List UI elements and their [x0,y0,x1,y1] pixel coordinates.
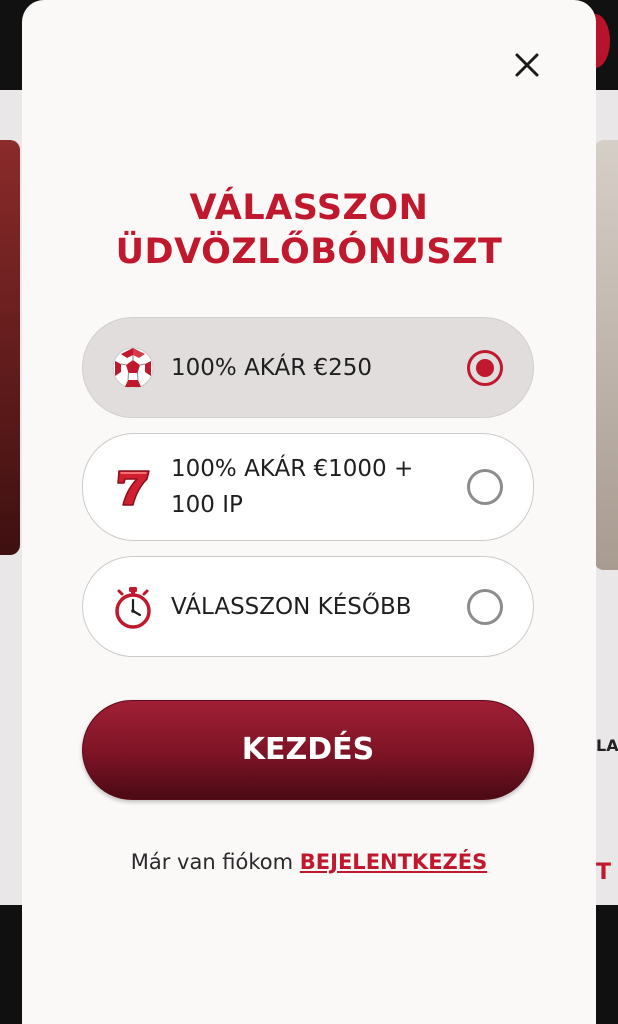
bonus-option-later[interactable]: VÁLASSZON KÉSŐBB [82,556,534,657]
start-button[interactable]: KEZDÉS [82,700,534,800]
background-card-label: LA [596,736,618,755]
close-icon [515,53,539,77]
bonus-option-label: 100% AKÁR €250 [171,354,373,381]
bonus-option-label: VÁLASSZON KÉSŐBB [171,593,412,620]
bonus-option-label: 100% AKÁR €1000 + 100 IP [171,456,414,518]
radio-selected[interactable] [467,349,503,386]
login-prompt-text: Már van fiókom [130,850,294,874]
modal-title: VÁLASSZON ÜDVÖZLŐBÓNUSZT [22,186,596,274]
login-link[interactable]: BEJELENTKEZÉS [300,850,487,874]
background-red-label: T [596,860,612,885]
background-left-card [0,140,20,555]
login-prompt-row: Már van fiókom BEJELENTKEZÉS [22,850,596,874]
modal-title-line2: ÜDVÖZLŐBÓNUSZT [115,232,503,272]
radio-unselected[interactable] [467,588,503,625]
welcome-bonus-modal: VÁLASSZON ÜDVÖZLŐBÓNUSZT 100% AKÁR €250 … [22,0,596,1024]
bonus-option-casino[interactable]: 100% AKÁR €1000 + 100 IP [82,433,534,541]
radio-unselected[interactable] [467,469,503,505]
stopwatch-icon [115,586,151,629]
bonus-option-sport[interactable]: 100% AKÁR €250 [82,317,534,418]
soccer-ball-icon [112,347,154,388]
close-button[interactable] [510,48,544,82]
background-right-card [594,140,618,570]
modal-title-line1: VÁLASSZON [189,188,429,228]
lucky-seven-icon [117,470,150,506]
